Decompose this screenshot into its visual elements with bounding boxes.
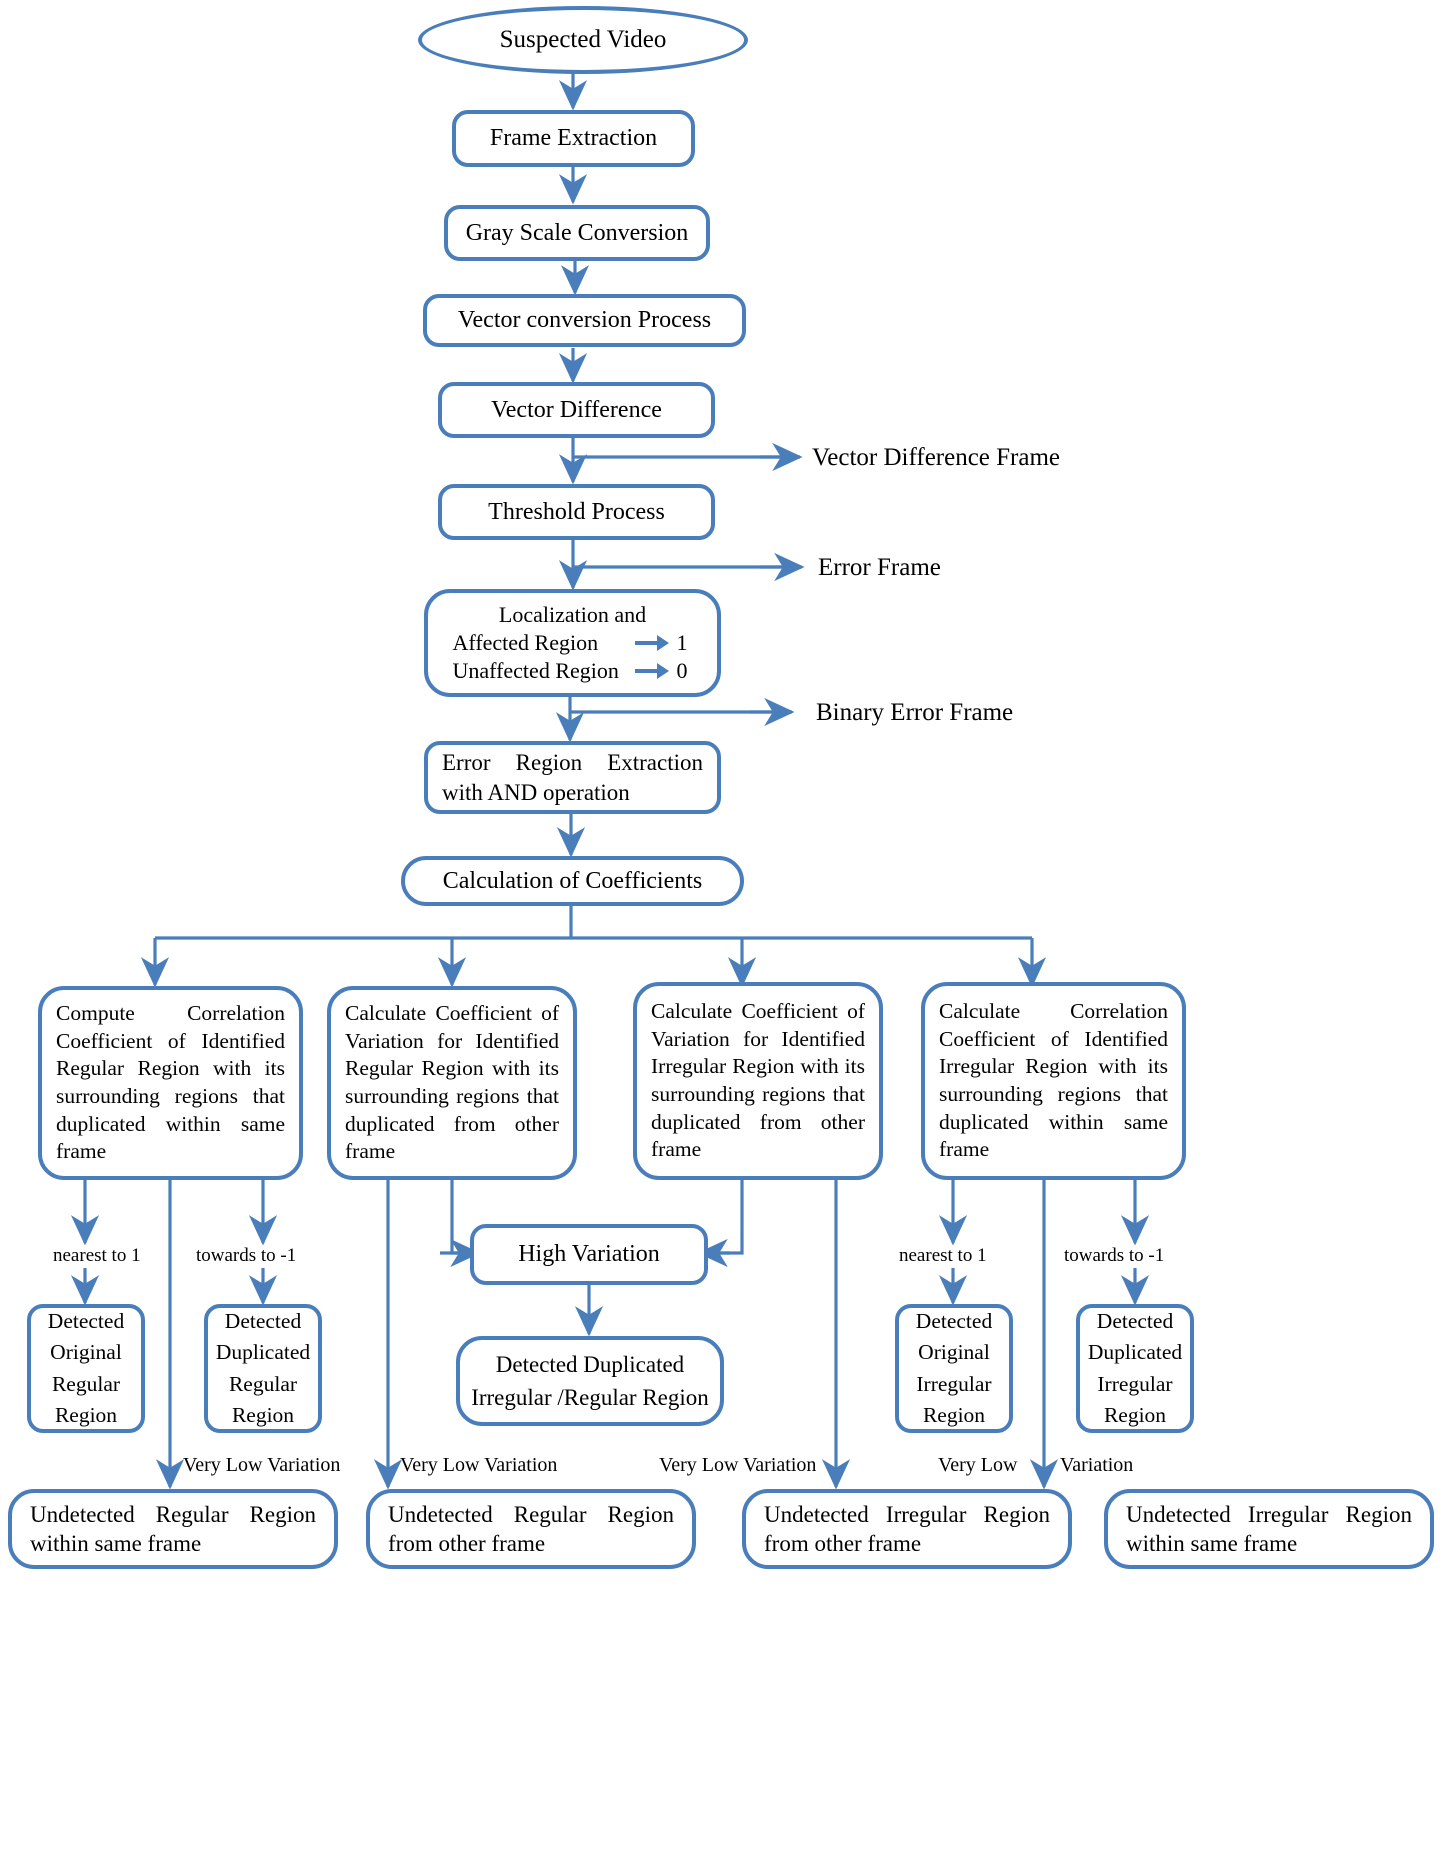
node-label: Detected Duplicated Regular Region [215, 1309, 311, 1427]
node-detected-original-irregular[interactable]: Detected Original Irregular Region [895, 1304, 1013, 1433]
node-frame-extraction[interactable]: Frame Extraction [452, 110, 695, 167]
node-label: Threshold Process [488, 498, 665, 525]
node-label: Frame Extraction [489, 125, 658, 152]
node-undetected-regular-other-frame[interactable]: Undetected Regular Region from other fra… [366, 1489, 696, 1569]
edge-label: nearest to 1 [899, 1245, 987, 1266]
node-detected-duplicated-irregular-regular[interactable]: Detected Duplicated Irregular /Regular R… [456, 1336, 724, 1426]
right-arrow-icon [634, 635, 669, 651]
node-label: Undetected Irregular Region within same … [1126, 1501, 1412, 1556]
node-detected-original-regular[interactable]: Detected Original Regular Region [27, 1304, 145, 1433]
edge-label-towards-to-minus-1-right: towards to -1 [1064, 1245, 1164, 1267]
node-gray-scale-conversion[interactable]: Gray Scale Conversion [444, 205, 710, 261]
side-output-error-frame: Error Frame [818, 554, 941, 582]
node-localization[interactable]: Localization and Affected Region 1 Unaff… [424, 589, 721, 697]
node-branch-correlation-irregular[interactable]: Calculate Correlation Coefficient of Ide… [921, 982, 1186, 1180]
node-detected-duplicated-regular[interactable]: Detected Duplicated Regular Region [204, 1304, 322, 1433]
edge-label-nearest-to-1-right: nearest to 1 [899, 1245, 987, 1267]
side-output-label: Binary Error Frame [816, 699, 1014, 726]
edge-label: Very Low Variation [659, 1454, 817, 1476]
node-threshold-process[interactable]: Threshold Process [438, 484, 715, 540]
localization-title: Localization and [498, 601, 647, 627]
node-label: Suspected Video [499, 26, 667, 53]
node-label: Gray Scale Conversion [465, 219, 689, 246]
node-undetected-regular-same-frame[interactable]: Undetected Regular Region within same fr… [8, 1489, 338, 1569]
edge-label: Very Low [938, 1454, 1018, 1476]
edge-label: nearest to 1 [53, 1245, 141, 1266]
edge-label-nearest-to-1-left: nearest to 1 [53, 1245, 141, 1267]
node-undetected-irregular-other-frame[interactable]: Undetected Irregular Region from other f… [742, 1489, 1072, 1569]
node-branch-compute-correlation-regular[interactable]: Compute Correlation Coefficient of Ident… [38, 986, 303, 1180]
node-vector-conversion-process[interactable]: Vector conversion Process [423, 294, 746, 347]
node-detected-duplicated-irregular[interactable]: Detected Duplicated Irregular Region [1076, 1304, 1194, 1433]
node-error-region-extraction[interactable]: Error Region Extraction with AND operati… [424, 741, 721, 814]
localization-unaffected-value: 0 [676, 658, 688, 684]
node-label: Calculation of Coefficients [442, 867, 703, 894]
node-undetected-irregular-same-frame[interactable]: Undetected Irregular Region within same … [1104, 1489, 1434, 1569]
node-high-variation[interactable]: High Variation [470, 1224, 708, 1285]
edge-label-towards-to-minus-1-left: towards to -1 [196, 1245, 296, 1267]
node-label: Error Region Extraction with AND operati… [442, 750, 703, 805]
node-label: Detected Original Regular Region [47, 1309, 125, 1427]
localization-affected-value: 1 [676, 629, 688, 655]
node-vector-difference[interactable]: Vector Difference [438, 382, 715, 438]
side-output-vector-difference-frame: Vector Difference Frame [812, 444, 1060, 472]
edge-label: Very Low Variation [400, 1454, 558, 1476]
side-output-binary-error-frame: Binary Error Frame [816, 699, 1013, 727]
localization-affected-label: Affected Region [452, 629, 599, 655]
node-branch-coefficient-variation-irregular[interactable]: Calculate Coefficient of Variation for I… [633, 982, 883, 1180]
node-label: Detected Original Irregular Region [915, 1309, 993, 1427]
edge-label-very-low-variation-3: Very Low Variation [659, 1454, 816, 1477]
flowchart-canvas: Suspected Video Frame Extraction Gray Sc… [0, 0, 1447, 1864]
node-label: Undetected Regular Region from other fra… [388, 1501, 674, 1556]
localization-unaffected-label: Unaffected Region [452, 658, 619, 684]
localization-row-affected: Affected Region 1 [453, 629, 693, 657]
node-label: Calculate Coefficient of Variation for I… [345, 1001, 559, 1164]
node-label: Undetected Regular Region within same fr… [30, 1501, 316, 1556]
node-label: Vector conversion Process [457, 307, 712, 334]
edge-label: Variation [1060, 1454, 1134, 1476]
node-suspected-video[interactable]: Suspected Video [418, 6, 748, 74]
localization-row-unaffected: Unaffected Region 0 [453, 657, 693, 685]
edge-label-very-low-variation-1: Very Low Variation [183, 1454, 340, 1477]
node-calculation-of-coefficients[interactable]: Calculation of Coefficients [401, 856, 744, 906]
side-output-label: Error Frame [818, 554, 941, 581]
node-label: Detected Duplicated Irregular /Regular R… [471, 1351, 709, 1410]
node-label: Calculate Coefficient of Variation for I… [651, 999, 865, 1162]
edge-label: Very Low Variation [183, 1454, 341, 1476]
node-branch-coefficient-variation-regular[interactable]: Calculate Coefficient of Variation for I… [327, 986, 577, 1180]
node-label: High Variation [518, 1241, 660, 1268]
node-label: Detected Duplicated Irregular Region [1087, 1309, 1183, 1427]
edge-label-very-low-4b: Variation [1060, 1454, 1133, 1477]
node-label: Calculate Correlation Coefficient of Ide… [939, 999, 1168, 1162]
connector-layer [70, 72, 1150, 1490]
node-label: Vector Difference [491, 396, 662, 423]
right-arrow-icon [634, 663, 669, 680]
edge-label: towards to -1 [1064, 1245, 1165, 1266]
node-label: Compute Correlation Coefficient of Ident… [56, 1001, 285, 1164]
edge-label: towards to -1 [196, 1245, 297, 1266]
side-output-label: Vector Difference Frame [812, 444, 1061, 471]
node-label: Undetected Irregular Region from other f… [764, 1501, 1050, 1556]
edge-label-very-low-variation-2: Very Low Variation [400, 1454, 557, 1477]
edge-label-very-low-4a: Very Low [938, 1454, 1017, 1477]
